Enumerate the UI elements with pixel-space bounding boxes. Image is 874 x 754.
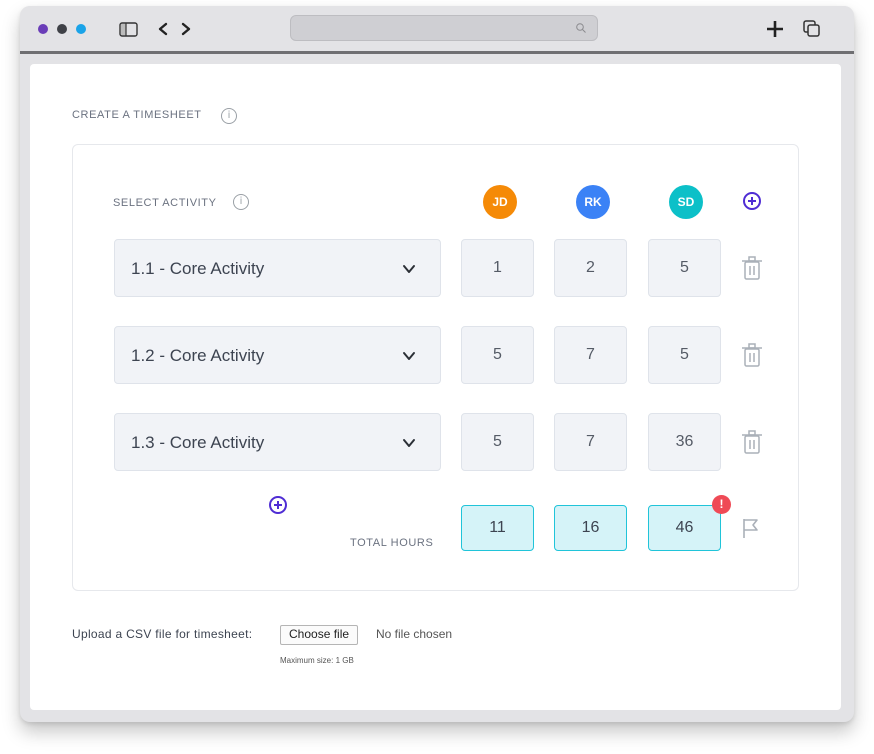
total-hours-value: 46	[648, 505, 721, 551]
timesheet-card: SELECT ACTIVITY i JD RK SD 1.1 - Core Ac…	[72, 144, 799, 591]
activity-select-value: 1.1 - Core Activity	[131, 259, 265, 278]
search-icon	[576, 23, 586, 33]
upload-label: Upload a CSV file for timesheet:	[72, 627, 253, 641]
activity-select-value: 1.3 - Core Activity	[131, 433, 265, 452]
hours-input[interactable]: 36	[648, 413, 721, 471]
hours-input[interactable]: 5	[461, 326, 534, 384]
total-hours-label: TOTAL HOURS	[350, 537, 434, 549]
trash-icon[interactable]	[741, 255, 763, 281]
activity-select[interactable]: 1.3 - Core Activity	[114, 413, 441, 471]
hours-input[interactable]: 7	[554, 413, 627, 471]
alert-icon: !	[712, 495, 731, 514]
avatar: SD	[669, 185, 703, 219]
tabs-icon[interactable]	[803, 20, 821, 38]
hours-input[interactable]: 5	[648, 326, 721, 384]
activity-select[interactable]: 1.1 - Core Activity	[114, 239, 441, 297]
forward-icon[interactable]	[180, 22, 192, 36]
chevron-down-icon	[403, 439, 415, 447]
page-content: CREATE A TIMESHEET i SELECT ACTIVITY i J…	[30, 64, 841, 710]
file-status: No file chosen	[376, 627, 453, 641]
sidebar-icon[interactable]	[119, 22, 138, 37]
info-icon[interactable]: i	[221, 108, 237, 124]
activity-row: 1.2 - Core Activity 5 7 5	[73, 326, 800, 384]
flag-icon[interactable]	[741, 517, 761, 539]
close-window-button[interactable]	[38, 24, 48, 34]
avatar: JD	[483, 185, 517, 219]
add-person-button[interactable]	[743, 192, 761, 210]
activity-row: 1.1 - Core Activity 1 2 5	[73, 239, 800, 297]
new-tab-icon[interactable]	[766, 20, 784, 38]
chevron-down-icon	[403, 265, 415, 273]
toolbar-divider	[20, 51, 854, 54]
hours-input[interactable]: 5	[648, 239, 721, 297]
minimize-window-button[interactable]	[57, 24, 67, 34]
address-bar[interactable]	[290, 15, 598, 41]
activity-select-value: 1.2 - Core Activity	[131, 346, 265, 365]
total-hours-value: 16	[554, 505, 627, 551]
info-icon[interactable]: i	[233, 194, 249, 210]
hours-input[interactable]: 2	[554, 239, 627, 297]
hours-input[interactable]: 1	[461, 239, 534, 297]
back-icon[interactable]	[157, 22, 169, 36]
activity-select[interactable]: 1.2 - Core Activity	[114, 326, 441, 384]
trash-icon[interactable]	[741, 342, 763, 368]
activity-row: 1.3 - Core Activity 5 7 36	[73, 413, 800, 471]
hours-input[interactable]: 5	[461, 413, 534, 471]
add-activity-button[interactable]	[269, 496, 287, 514]
browser-window: CREATE A TIMESHEET i SELECT ACTIVITY i J…	[20, 6, 854, 722]
browser-toolbar	[20, 6, 854, 51]
choose-file-button[interactable]: Choose file	[280, 625, 359, 645]
hours-input[interactable]: 7	[554, 326, 627, 384]
trash-icon[interactable]	[741, 429, 763, 455]
maximize-window-button[interactable]	[76, 24, 86, 34]
chevron-down-icon	[403, 352, 415, 360]
select-activity-label: SELECT ACTIVITY	[113, 197, 217, 209]
page-title: CREATE A TIMESHEET	[72, 109, 202, 121]
max-size-hint: Maximum size: 1 GB	[280, 656, 354, 665]
avatar: RK	[576, 185, 610, 219]
total-hours-value: 11	[461, 505, 534, 551]
